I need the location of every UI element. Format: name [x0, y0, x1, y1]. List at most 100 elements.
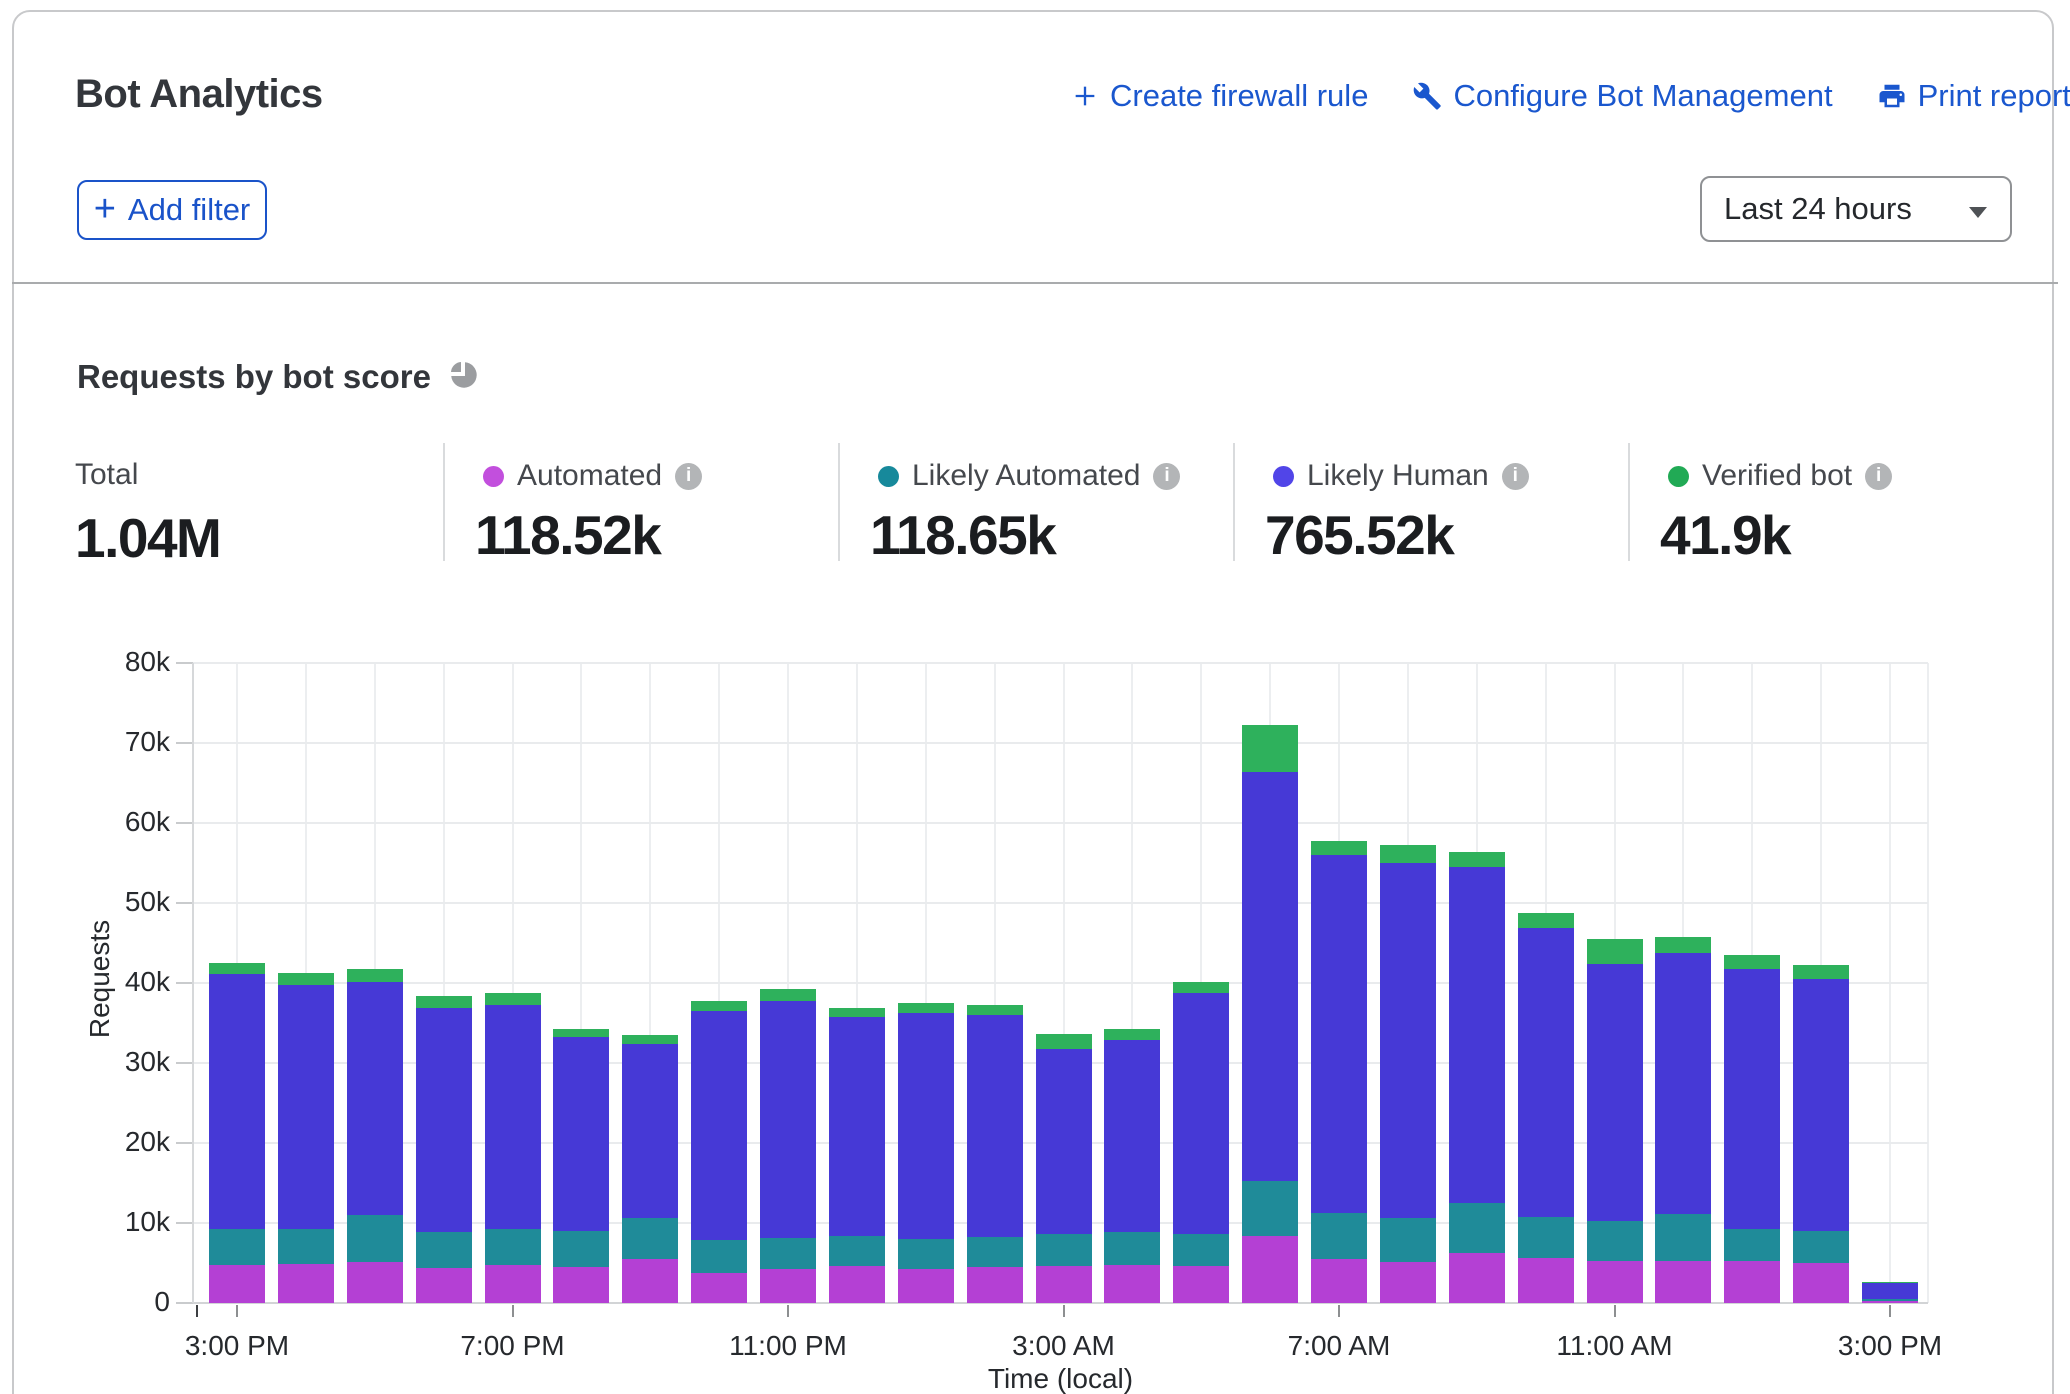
bar-segment-verified-bot[interactable]	[1380, 845, 1436, 863]
bar-segment-likely-automated[interactable]	[1793, 1231, 1849, 1263]
bar-segment-verified-bot[interactable]	[278, 973, 334, 984]
bar-segment-automated[interactable]	[1380, 1262, 1436, 1303]
bar-segment-automated[interactable]	[553, 1267, 609, 1303]
bar-segment-automated[interactable]	[1242, 1236, 1298, 1303]
bar-segment-likely-human[interactable]	[622, 1044, 678, 1218]
bar-segment-likely-human[interactable]	[691, 1011, 747, 1240]
bar-segment-verified-bot[interactable]	[1862, 1282, 1918, 1283]
bar-segment-verified-bot[interactable]	[760, 989, 816, 1001]
bar-segment-verified-bot[interactable]	[1242, 725, 1298, 771]
bar-segment-likely-human[interactable]	[898, 1013, 954, 1239]
bar-segment-likely-automated[interactable]	[1036, 1234, 1092, 1266]
bar-segment-automated[interactable]	[1036, 1266, 1092, 1303]
bar-segment-likely-human[interactable]	[1655, 953, 1711, 1214]
bar-segment-verified-bot[interactable]	[1587, 939, 1643, 964]
bar-segment-verified-bot[interactable]	[898, 1003, 954, 1013]
bar-segment-likely-human[interactable]	[278, 985, 334, 1229]
bar-segment-likely-human[interactable]	[1449, 867, 1505, 1203]
bar-segment-likely-human[interactable]	[1587, 964, 1643, 1222]
bar-segment-likely-automated[interactable]	[1104, 1232, 1160, 1266]
bar-segment-likely-automated[interactable]	[553, 1231, 609, 1267]
bar-segment-automated[interactable]	[1173, 1266, 1229, 1303]
info-icon[interactable]: i	[1865, 463, 1892, 490]
bar-segment-automated[interactable]	[1104, 1265, 1160, 1303]
bar-segment-verified-bot[interactable]	[967, 1005, 1023, 1015]
bar-segment-automated[interactable]	[1518, 1258, 1574, 1303]
bar-segment-automated[interactable]	[1862, 1301, 1918, 1303]
bar-segment-verified-bot[interactable]	[1036, 1034, 1092, 1049]
bar-segment-likely-human[interactable]	[209, 974, 265, 1229]
bar-segment-automated[interactable]	[1449, 1253, 1505, 1303]
bar-segment-automated[interactable]	[347, 1262, 403, 1303]
bar-segment-likely-human[interactable]	[347, 982, 403, 1215]
bar-segment-likely-automated[interactable]	[1587, 1221, 1643, 1260]
bar-segment-likely-automated[interactable]	[485, 1229, 541, 1266]
bar-segment-likely-human[interactable]	[967, 1015, 1023, 1237]
bar-segment-verified-bot[interactable]	[622, 1035, 678, 1044]
bar-segment-likely-human[interactable]	[1862, 1283, 1918, 1299]
bar-segment-likely-automated[interactable]	[278, 1229, 334, 1264]
bar-segment-likely-human[interactable]	[760, 1001, 816, 1238]
add-filter-button[interactable]: + Add filter	[77, 180, 267, 240]
bar-segment-verified-bot[interactable]	[829, 1008, 885, 1018]
bar-segment-likely-automated[interactable]	[967, 1237, 1023, 1267]
bar-segment-likely-automated[interactable]	[1724, 1229, 1780, 1261]
bar-segment-verified-bot[interactable]	[1655, 937, 1711, 953]
bar-segment-automated[interactable]	[1655, 1261, 1711, 1303]
bar-segment-likely-human[interactable]	[1242, 772, 1298, 1181]
bar-segment-likely-automated[interactable]	[898, 1239, 954, 1269]
bar-segment-likely-human[interactable]	[1793, 979, 1849, 1231]
bar-segment-likely-automated[interactable]	[347, 1215, 403, 1262]
bar-segment-automated[interactable]	[416, 1268, 472, 1303]
bar-segment-likely-automated[interactable]	[1862, 1299, 1918, 1301]
info-icon[interactable]: i	[1502, 463, 1529, 490]
bar-segment-likely-automated[interactable]	[622, 1218, 678, 1259]
bar-segment-likely-automated[interactable]	[1311, 1213, 1367, 1259]
bar-segment-automated[interactable]	[1793, 1263, 1849, 1303]
bar-segment-verified-bot[interactable]	[209, 963, 265, 974]
bar-segment-verified-bot[interactable]	[416, 996, 472, 1008]
bar-segment-automated[interactable]	[760, 1269, 816, 1303]
bar-segment-automated[interactable]	[898, 1269, 954, 1303]
bar-segment-likely-automated[interactable]	[691, 1240, 747, 1274]
bar-segment-automated[interactable]	[209, 1265, 265, 1303]
bar-segment-likely-automated[interactable]	[1173, 1234, 1229, 1266]
bar-segment-automated[interactable]	[829, 1266, 885, 1303]
bar-segment-likely-human[interactable]	[1036, 1049, 1092, 1234]
bar-segment-likely-automated[interactable]	[760, 1238, 816, 1269]
bar-segment-automated[interactable]	[967, 1267, 1023, 1303]
bar-segment-automated[interactable]	[1311, 1259, 1367, 1303]
bar-segment-likely-human[interactable]	[416, 1008, 472, 1232]
bar-segment-verified-bot[interactable]	[553, 1029, 609, 1038]
bar-segment-likely-automated[interactable]	[209, 1229, 265, 1264]
bar-segment-likely-human[interactable]	[829, 1017, 885, 1235]
bar-segment-likely-human[interactable]	[1104, 1040, 1160, 1232]
bar-segment-verified-bot[interactable]	[485, 993, 541, 1006]
bar-segment-likely-automated[interactable]	[1655, 1214, 1711, 1261]
bar-segment-verified-bot[interactable]	[1104, 1029, 1160, 1039]
info-icon[interactable]: i	[1153, 463, 1180, 490]
bar-segment-verified-bot[interactable]	[691, 1001, 747, 1011]
configure-bot-management-link[interactable]: Configure Bot Management	[1412, 78, 1832, 114]
bar-segment-verified-bot[interactable]	[1793, 965, 1849, 979]
bar-segment-likely-human[interactable]	[1173, 993, 1229, 1234]
bar-segment-likely-human[interactable]	[553, 1037, 609, 1231]
bar-segment-verified-bot[interactable]	[1449, 852, 1505, 867]
bar-segment-likely-automated[interactable]	[416, 1232, 472, 1268]
bar-segment-automated[interactable]	[278, 1264, 334, 1303]
bar-segment-likely-automated[interactable]	[829, 1236, 885, 1266]
print-report-link[interactable]: Print report	[1877, 78, 2070, 114]
info-icon[interactable]: i	[675, 463, 702, 490]
bar-segment-likely-human[interactable]	[1380, 863, 1436, 1218]
bar-segment-likely-human[interactable]	[1724, 969, 1780, 1229]
bar-segment-automated[interactable]	[691, 1273, 747, 1303]
bar-segment-automated[interactable]	[622, 1259, 678, 1303]
bar-segment-verified-bot[interactable]	[1173, 982, 1229, 993]
bar-segment-likely-human[interactable]	[1311, 855, 1367, 1213]
bar-segment-likely-human[interactable]	[1518, 928, 1574, 1218]
create-firewall-rule-link[interactable]: Create firewall rule	[1071, 78, 1368, 114]
bar-segment-verified-bot[interactable]	[347, 969, 403, 982]
bar-segment-likely-automated[interactable]	[1449, 1203, 1505, 1253]
bar-segment-automated[interactable]	[485, 1265, 541, 1303]
bar-segment-verified-bot[interactable]	[1518, 913, 1574, 928]
